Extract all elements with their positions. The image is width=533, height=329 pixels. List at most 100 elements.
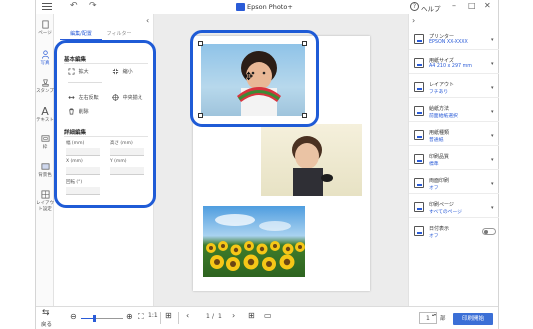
rail-item-label: 枠 — [42, 145, 48, 150]
grid-icon[interactable]: ⊞ — [165, 311, 172, 320]
print-quality-icon — [414, 154, 424, 164]
selected-photo-callout — [190, 30, 319, 127]
collapse-settings-icon[interactable]: › — [412, 16, 415, 25]
page-current: 1 — [206, 313, 210, 320]
layout-icon — [414, 82, 424, 92]
fit-screen-icon[interactable]: ⛶ — [138, 312, 144, 322]
rail-item-stamp[interactable]: スタンプ — [36, 78, 54, 94]
title-bar: ↶ ↷ Epson Photo+ ? ヘルプ – □ ✕ — [36, 0, 496, 14]
setting-paper-type[interactable]: 用紙種類 普通紙 ▾ — [409, 126, 499, 146]
setting-print-quality[interactable]: 印刷品質 標準 ▾ — [409, 150, 499, 170]
rail-item-label: ページ — [38, 31, 52, 36]
undo-icon[interactable]: ↶ — [70, 1, 78, 11]
layout-settings-icon — [41, 190, 49, 199]
page-separator: / — [212, 313, 215, 320]
chevron-down-icon: ▾ — [491, 181, 494, 187]
tab-filter[interactable]: フィルター — [104, 28, 134, 40]
edit-panel-callout — [54, 40, 156, 208]
delete-page-icon[interactable]: ▭ — [264, 311, 272, 320]
tab-edit-layout[interactable]: 編集/配置 — [60, 28, 102, 40]
rail-item-layout-settings[interactable]: レイアウト設定 — [36, 190, 54, 212]
chevron-down-icon: ▾ — [491, 157, 494, 163]
setting-label: プリンター — [429, 34, 455, 40]
help-link[interactable]: ヘルプ — [421, 3, 441, 13]
setting-value: 普通紙 — [429, 138, 444, 143]
setting-label: 印刷品質 — [429, 154, 450, 160]
paper-source-icon — [414, 106, 424, 116]
maximize-button[interactable]: □ — [468, 1, 476, 10]
paper-type-icon — [414, 130, 424, 140]
print-settings-panel: › プリンター EPSON XX-XXXX ▾ 用紙サイズ A4 210 x 2… — [408, 14, 499, 306]
back-button[interactable]: 戻る — [41, 320, 52, 328]
chevron-down-icon: ▾ — [491, 109, 494, 115]
rail-item-background[interactable]: 背景色 — [36, 162, 54, 178]
stamp-icon — [41, 79, 49, 87]
setting-value: 前面給紙選択 — [429, 114, 458, 119]
collapse-panel-icon[interactable]: ‹ — [146, 16, 149, 25]
redo-icon[interactable]: ↷ — [89, 1, 97, 11]
setting-paper-source[interactable]: 給紙方法 前面給紙選択 ▾ — [409, 102, 499, 122]
photo-kid-beetle[interactable] — [261, 124, 362, 196]
calendar-icon — [414, 226, 424, 236]
copies-value: 1 — [426, 315, 430, 322]
chevron-down-icon: ▾ — [491, 85, 494, 91]
minimize-button[interactable]: – — [452, 1, 456, 10]
copies-stepper[interactable]: 1 ▴▾ — [419, 312, 437, 324]
previous-page-icon[interactable]: ‹ — [186, 311, 189, 320]
setting-label: 給紙方法 — [429, 106, 450, 112]
setting-label: 用紙サイズ — [429, 58, 454, 64]
rail-item-label: スタンプ — [36, 89, 54, 94]
rail-item-frame[interactable]: 枠 — [36, 134, 54, 150]
add-page-icon[interactable]: ⊞ — [248, 311, 255, 320]
divider — [160, 312, 161, 324]
duplex-icon — [414, 178, 424, 188]
page-icon — [41, 20, 49, 29]
setting-printer[interactable]: プリンター EPSON XX-XXXX ▾ — [409, 30, 499, 50]
setting-value: オフ — [429, 186, 439, 191]
rail-item-photo[interactable]: 写真 — [36, 50, 54, 66]
printer-icon — [414, 34, 424, 44]
chevron-down-icon: ▾ — [491, 205, 494, 211]
zoom-slider-track[interactable] — [81, 315, 123, 322]
setting-label: レイアウト — [429, 82, 455, 88]
setting-value: すべてのページ — [429, 210, 462, 215]
close-button[interactable]: ✕ — [484, 1, 491, 10]
setting-print-pages[interactable]: 印刷ページ すべてのページ ▾ — [409, 198, 499, 218]
setting-layout[interactable]: レイアウト フチあり ▾ — [409, 78, 499, 98]
divider — [178, 312, 179, 324]
background-icon — [41, 163, 49, 170]
setting-date-display: 日付表示 オフ — [409, 222, 499, 242]
setting-label: 印刷ページ — [429, 202, 454, 208]
edit-tabs: 編集/配置 フィルター — [54, 28, 154, 40]
next-page-icon[interactable]: › — [232, 311, 235, 320]
frame-icon — [41, 135, 49, 142]
back-arrow-icon[interactable]: ⇆ — [42, 308, 50, 318]
sunflower-field-image — [206, 214, 305, 271]
chevron-down-icon: ▾ — [491, 133, 494, 139]
setting-label: 両面印刷 — [429, 178, 450, 184]
date-display-toggle[interactable] — [482, 228, 496, 235]
setting-duplex[interactable]: 両面印刷 オフ ▾ — [409, 174, 499, 194]
zoom-out-icon[interactable]: ⊖ — [70, 312, 77, 321]
actual-size-icon[interactable]: 1:1 — [148, 312, 158, 319]
setting-value: オフ — [429, 234, 439, 239]
setting-value: EPSON XX-XXXX — [429, 40, 468, 45]
rail-item-page[interactable]: ページ — [36, 20, 54, 36]
setting-paper-size[interactable]: 用紙サイズ A4 210 x 297 mm ▾ — [409, 54, 499, 74]
help-icon[interactable]: ? — [410, 2, 419, 11]
rail-item-text[interactable]: A テキスト — [36, 106, 54, 123]
rail-item-label: 写真 — [40, 61, 50, 66]
print-button[interactable]: 印刷開始 — [453, 313, 493, 325]
hamburger-menu-icon[interactable] — [42, 3, 52, 11]
stepper-arrows-icon[interactable]: ▴▾ — [432, 312, 436, 317]
copies-unit: 部 — [440, 316, 446, 322]
photo-sunflowers[interactable] — [203, 206, 305, 277]
setting-value: フチあり — [429, 90, 449, 95]
chevron-down-icon: ▾ — [491, 61, 494, 67]
zoom-in-icon[interactable]: ⊕ — [126, 312, 133, 321]
kid-beetle-image — [292, 136, 333, 196]
setting-value: 標準 — [429, 162, 439, 167]
rail-item-label: テキスト — [36, 118, 54, 123]
setting-value: A4 210 x 297 mm — [429, 64, 472, 69]
app-logo-icon — [236, 3, 245, 11]
